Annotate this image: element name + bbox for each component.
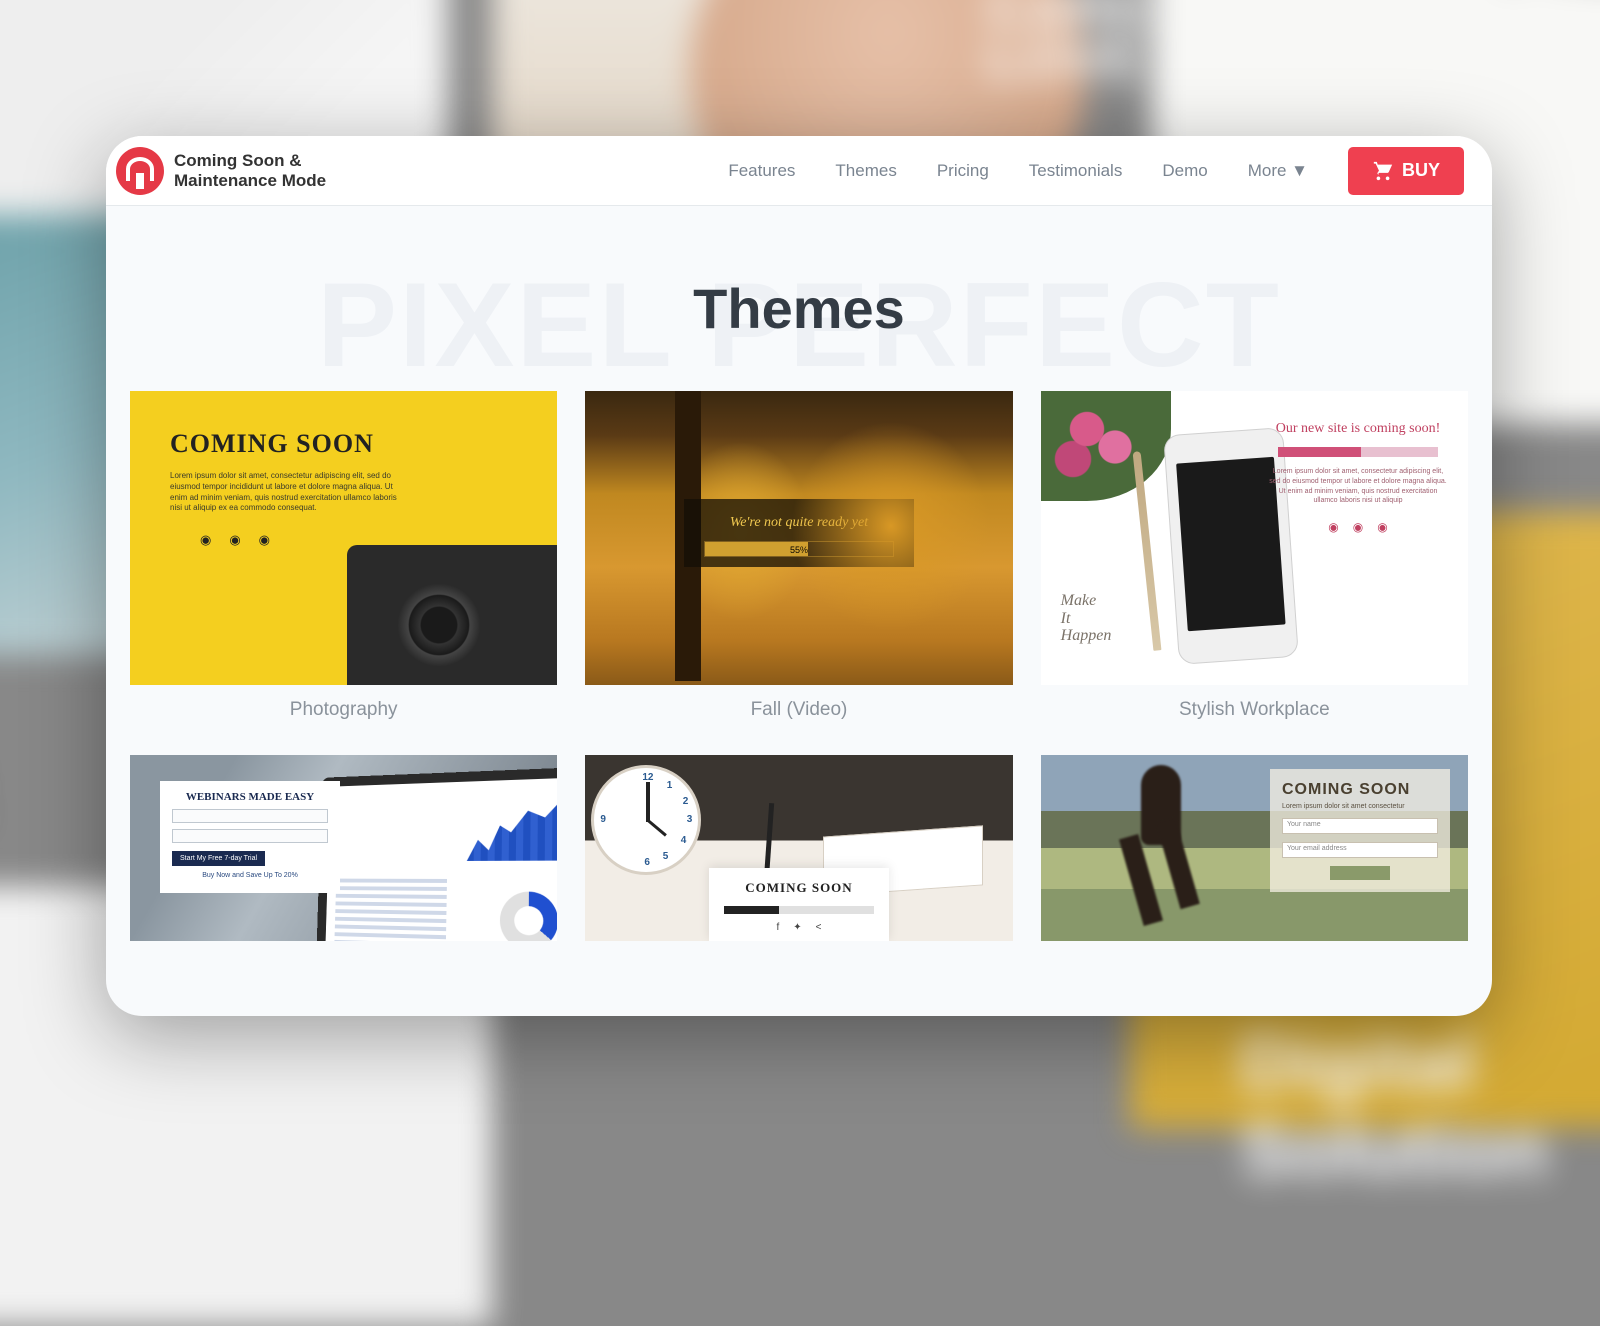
hero-section: PIXEL PERFECT Themes [106,206,1492,391]
overlay-card: COMING SOON f ✦ < [709,868,889,941]
theme-thumb-fall[interactable]: We're not quite ready yet 55% [585,391,1012,685]
camera-icon [347,545,557,685]
nav-pricing[interactable]: Pricing [937,161,989,181]
input-placeholder [172,809,328,823]
thumb-heading: COMING SOON [170,429,410,459]
facebook-icon: f [776,922,779,933]
theme-thumb-workplace[interactable]: Make It Happen Our new site is coming so… [1041,391,1468,685]
runner-icon [1111,765,1211,935]
twitter-icon: ◉ [229,532,240,548]
thumb-social-icons: f ✦ < [719,922,879,933]
brand[interactable]: Coming Soon & Maintenance Mode [116,147,326,195]
theme-caption: Fall (Video) [585,685,1012,735]
theme-caption: Photography [130,685,557,735]
thumb-social-icons: ◉ ◉ ◉ [1268,520,1448,534]
nav-links: Features Themes Pricing Testimonials Dem… [728,161,1308,181]
generic-icon: ◉ [1377,520,1387,534]
share-icon: < [816,922,822,933]
thumb-heading: COMING SOON [1282,781,1438,799]
signup-panel: WEBINARS MADE EASY Start My Free 7-day T… [160,781,340,893]
theme-thumb-photography[interactable]: COMING SOON Lorem ipsum dolor sit amet, … [130,391,557,685]
progress-bar: 55% [704,541,894,557]
progress-bar [724,906,874,914]
bar-chart-icon [467,788,557,861]
thumb-heading: Our new site is coming soon! [1268,421,1448,437]
thumb-overlay-box: We're not quite ready yet 55% [684,499,914,567]
twitter-icon: ✦ [793,922,801,933]
thumb-lorem: Lorem ipsum dolor sit amet, consectetur … [170,471,410,514]
input-placeholder: Your email address [1282,842,1438,858]
cart-icon [1372,160,1394,182]
grid-chart-icon [335,877,448,941]
wrench-logo-icon [116,147,164,195]
input-placeholder: Your name [1282,818,1438,834]
theme-thumb-workplace2[interactable]: 12 1 2 3 4 5 6 9 COMING SOON f ✦ [585,755,1012,941]
laptop-icon [316,766,557,941]
clock-icon: 12 1 2 3 4 5 6 9 [591,765,701,875]
theme-card-workplace2: 12 1 2 3 4 5 6 9 COMING SOON f ✦ [585,755,1012,941]
pen-icon [1132,451,1161,651]
buy-label: BUY [1402,160,1440,181]
flowers-icon [1041,391,1171,501]
theme-card-photography: COMING SOON Lorem ipsum dolor sit amet, … [130,391,557,735]
theme-thumb-webinars[interactable]: WEBINARS MADE EASY Start My Free 7-day T… [130,755,557,941]
input-placeholder [172,829,328,843]
cta-button: Start My Free 7-day Trial [172,851,265,866]
thumb-heading: WEBINARS MADE EASY [172,791,328,803]
theme-thumb-running[interactable]: COMING SOON Lorem ipsum dolor sit amet c… [1041,755,1468,941]
cta-subtext: Buy Now and Save Up To 20% [172,872,328,879]
nav-testimonials[interactable]: Testimonials [1029,161,1123,181]
thumb-subtext: Lorem ipsum dolor sit amet consectetur [1282,803,1438,810]
theme-card-workplace: Make It Happen Our new site is coming so… [1041,391,1468,735]
theme-card-fall: We're not quite ready yet 55% Fall (Vide… [585,391,1012,735]
thumb-heading: We're not quite ready yet [694,515,904,531]
theme-card-running: COMING SOON Lorem ipsum dolor sit amet c… [1041,755,1468,941]
generic-icon: ◉ [259,532,270,548]
nav-features[interactable]: Features [728,161,795,181]
nav-themes[interactable]: Themes [835,161,896,181]
signup-panel: COMING SOON Lorem ipsum dolor sit amet c… [1270,769,1450,892]
nav-demo[interactable]: Demo [1162,161,1207,181]
subscribe-button [1330,866,1390,880]
progress-bar [1278,447,1438,457]
theme-card-webinars: WEBINARS MADE EASY Start My Free 7-day T… [130,755,557,941]
thumb-lorem: Lorem ipsum dolor sit amet, consectetur … [1268,467,1448,506]
navbar: Coming Soon & Maintenance Mode Features … [106,136,1492,206]
facebook-icon: ◉ [200,532,211,548]
nav-more[interactable]: More ▼ [1248,161,1308,181]
app-window: Coming Soon & Maintenance Mode Features … [106,136,1492,1016]
facebook-icon: ◉ [1328,520,1338,534]
thumb-social-icons: ◉ ◉ ◉ [170,532,300,548]
buy-button[interactable]: BUY [1348,147,1464,195]
donut-chart-icon [500,891,557,941]
themes-grid: COMING SOON Lorem ipsum dolor sit amet, … [106,391,1492,941]
theme-caption: Stylish Workplace [1041,685,1468,735]
desk-quote: Make It Happen [1061,592,1112,645]
twitter-icon: ◉ [1353,520,1363,534]
brand-text: Coming Soon & Maintenance Mode [174,151,326,190]
thumb-heading: COMING SOON [719,880,879,896]
page-title: Themes [106,276,1492,341]
